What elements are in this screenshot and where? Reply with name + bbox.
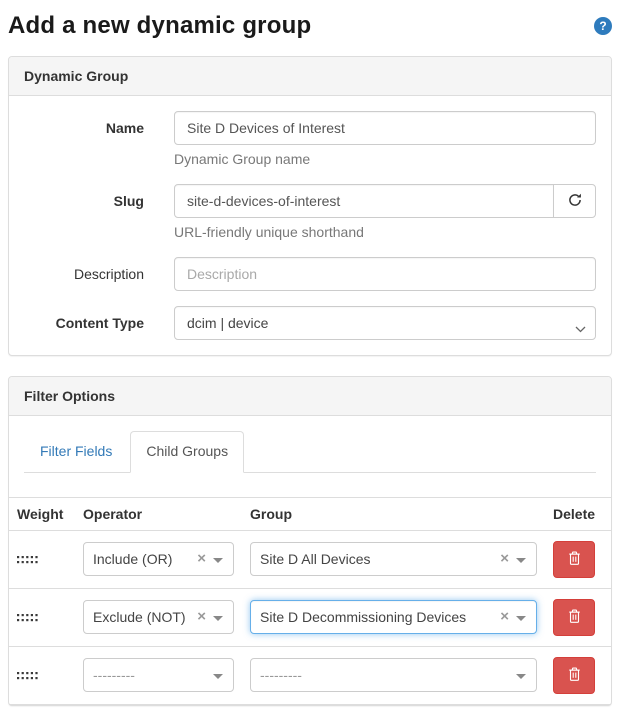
operator-value: Include (OR) bbox=[93, 551, 172, 567]
refresh-icon bbox=[567, 192, 583, 211]
slug-label: Slug bbox=[24, 184, 174, 242]
operator-select[interactable]: Include (OR) × bbox=[83, 542, 234, 576]
trash-icon bbox=[567, 666, 582, 685]
name-input[interactable] bbox=[174, 111, 596, 145]
regenerate-slug-button[interactable] bbox=[553, 184, 596, 218]
content-type-form-group: Content Type dcim | device bbox=[24, 306, 596, 340]
help-question-circle-icon[interactable]: ? bbox=[594, 17, 612, 35]
caret-down-icon bbox=[516, 616, 526, 621]
filter-tabs: Filter Fields Child Groups bbox=[24, 431, 596, 473]
slug-input[interactable] bbox=[174, 184, 554, 218]
dynamic-group-panel: Dynamic Group Name Dynamic Group name Sl… bbox=[8, 56, 612, 356]
content-type-label: Content Type bbox=[24, 306, 174, 340]
trash-icon bbox=[567, 550, 582, 569]
delete-row-button[interactable] bbox=[553, 599, 595, 636]
child-group-row: --------- --------- bbox=[9, 646, 611, 704]
panel-heading: Dynamic Group bbox=[9, 57, 611, 96]
group-select[interactable]: Site D Decommissioning Devices × bbox=[250, 600, 537, 634]
group-value: Site D All Devices bbox=[260, 551, 370, 567]
clear-x-icon[interactable]: × bbox=[500, 550, 509, 568]
operator-select[interactable]: Exclude (NOT) × bbox=[83, 600, 234, 634]
delete-row-button[interactable] bbox=[553, 657, 595, 694]
tab-filter-fields[interactable]: Filter Fields bbox=[24, 431, 128, 473]
child-group-row: Include (OR) × Site D All Devices × bbox=[9, 530, 611, 588]
content-type-value: dcim | device bbox=[187, 315, 268, 331]
group-value: Site D Decommissioning Devices bbox=[260, 609, 466, 625]
trash-icon bbox=[567, 608, 582, 627]
caret-down-icon bbox=[213, 558, 223, 563]
operator-value: Exclude (NOT) bbox=[93, 609, 186, 625]
name-label: Name bbox=[24, 111, 174, 169]
clear-x-icon[interactable]: × bbox=[500, 608, 509, 626]
tab-child-groups[interactable]: Child Groups bbox=[130, 431, 244, 473]
child-groups-table: Weight Operator Group Delete bbox=[9, 497, 611, 705]
page-header: Add a new dynamic group ? bbox=[8, 12, 612, 40]
chevron-down-icon bbox=[575, 320, 586, 336]
caret-down-icon bbox=[516, 674, 526, 679]
delete-row-button[interactable] bbox=[553, 541, 595, 578]
caret-down-icon bbox=[213, 616, 223, 621]
clear-x-icon[interactable]: × bbox=[197, 550, 206, 568]
clear-x-icon[interactable]: × bbox=[197, 608, 206, 626]
content-type-select[interactable]: dcim | device bbox=[174, 306, 596, 340]
slug-help-text: URL-friendly unique shorthand bbox=[174, 224, 596, 240]
description-form-group: Description bbox=[24, 257, 596, 291]
drag-handle-icon[interactable] bbox=[17, 547, 38, 571]
group-select[interactable]: Site D All Devices × bbox=[250, 542, 537, 576]
page-title: Add a new dynamic group bbox=[8, 12, 311, 40]
table-header-row: Weight Operator Group Delete bbox=[9, 497, 611, 530]
child-group-row: Exclude (NOT) × Site D Decommissioning D… bbox=[9, 588, 611, 646]
group-column-header: Group bbox=[242, 497, 545, 530]
slug-form-group: Slug URL-friendly unique shorthand bbox=[24, 184, 596, 242]
delete-column-header: Delete bbox=[545, 497, 611, 530]
group-value: --------- bbox=[260, 667, 302, 683]
operator-column-header: Operator bbox=[75, 497, 242, 530]
name-help-text: Dynamic Group name bbox=[174, 151, 596, 167]
description-label: Description bbox=[24, 257, 174, 291]
operator-value: --------- bbox=[93, 667, 135, 683]
caret-down-icon bbox=[213, 674, 223, 679]
caret-down-icon bbox=[516, 558, 526, 563]
filter-options-panel: Filter Options Filter Fields Child Group… bbox=[8, 376, 612, 706]
operator-select[interactable]: --------- bbox=[83, 658, 234, 692]
panel-heading: Filter Options bbox=[9, 377, 611, 416]
drag-handle-icon[interactable] bbox=[17, 663, 38, 687]
group-select[interactable]: --------- bbox=[250, 658, 537, 692]
drag-handle-icon[interactable] bbox=[17, 605, 38, 629]
name-form-group: Name Dynamic Group name bbox=[24, 111, 596, 169]
description-input[interactable] bbox=[174, 257, 596, 291]
weight-column-header: Weight bbox=[9, 497, 75, 530]
